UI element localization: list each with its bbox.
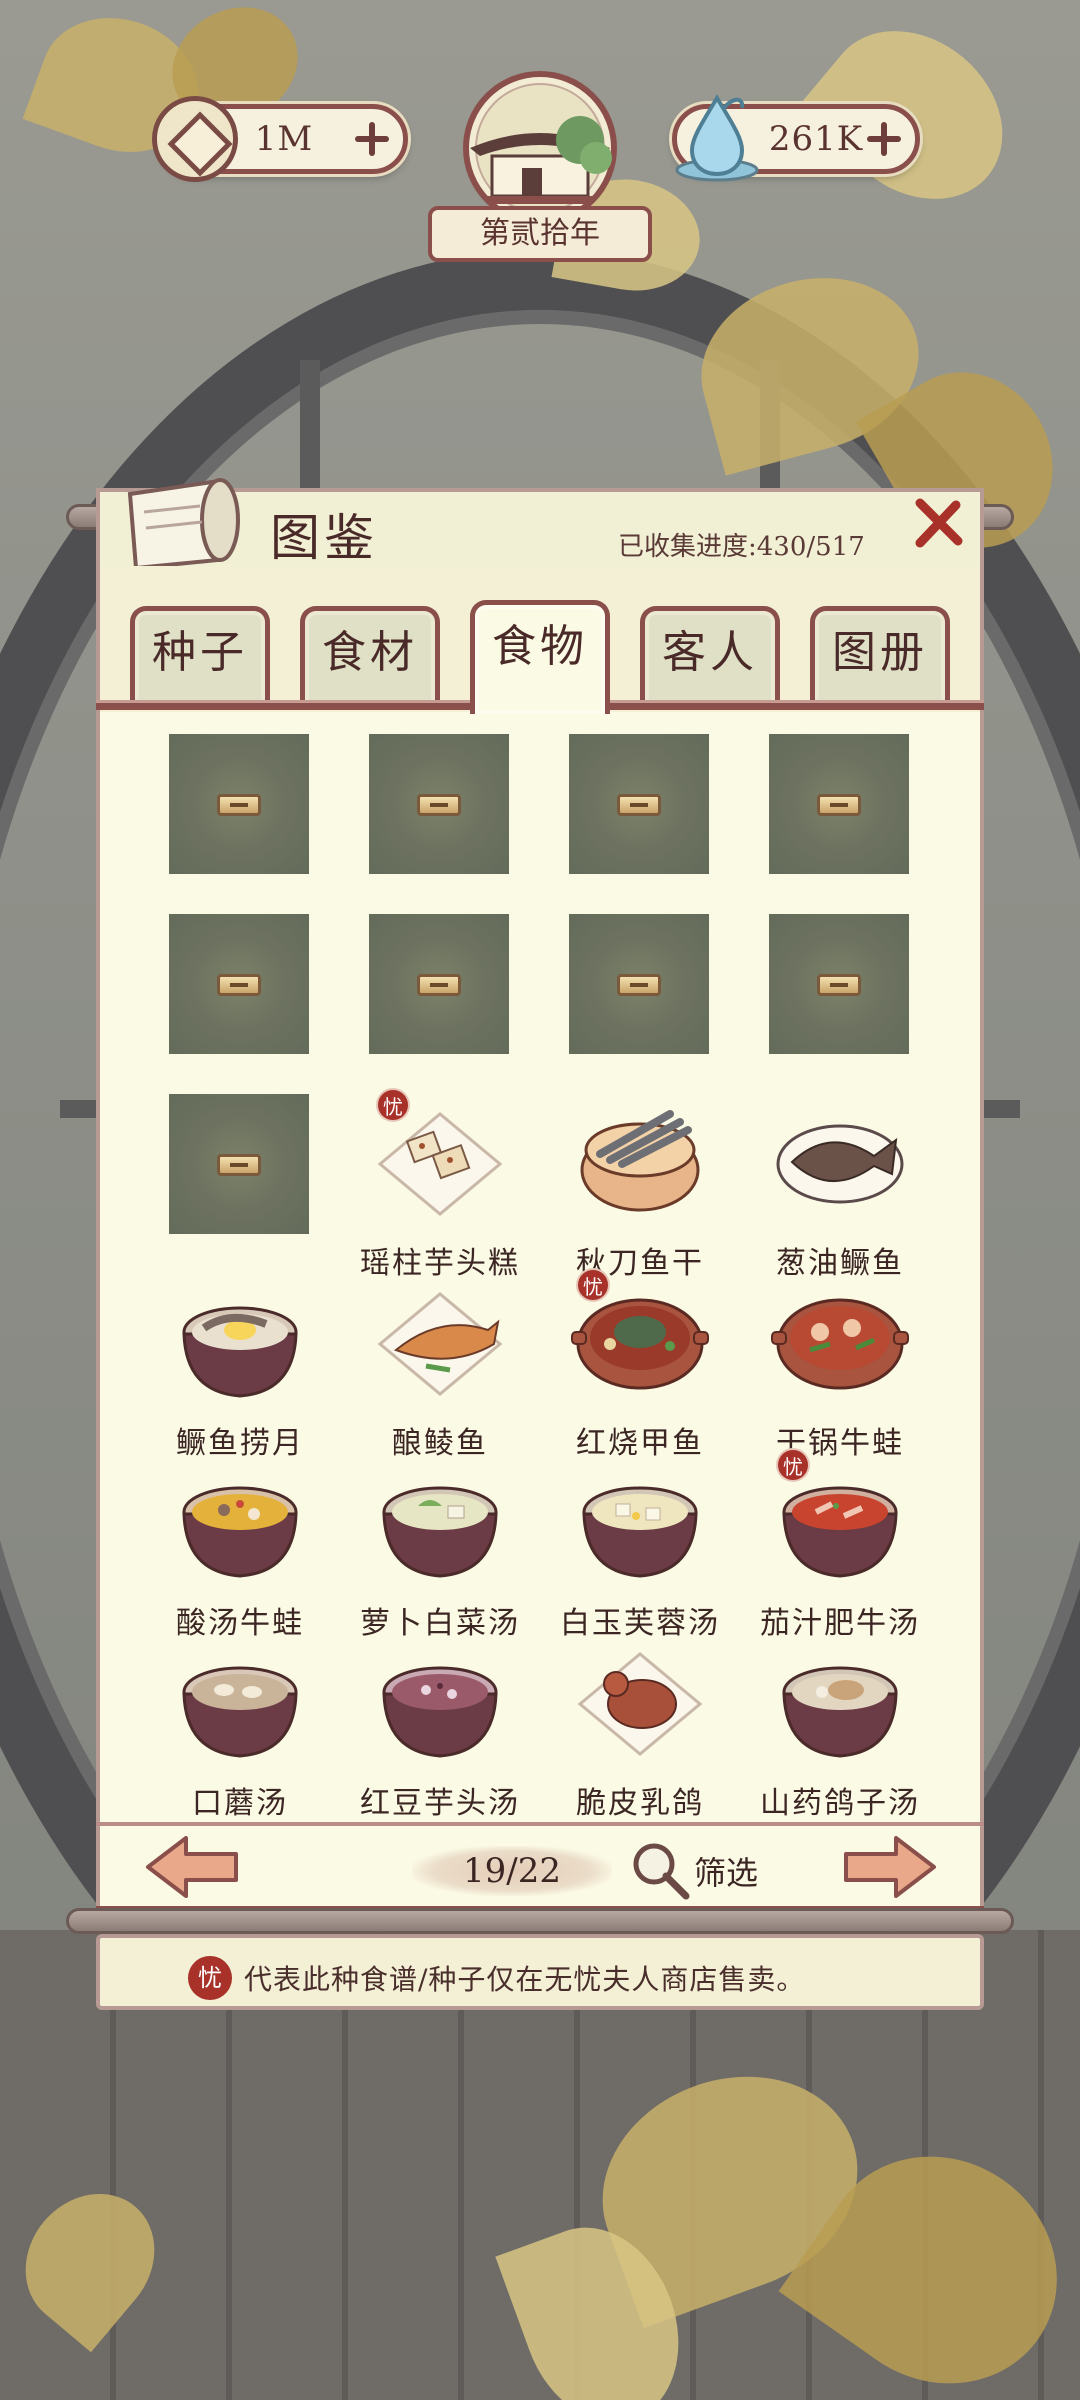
locked-slot: [740, 914, 920, 1094]
dish-item[interactable]: 葱油鳜鱼: [740, 1094, 920, 1281]
mushroom-soup-bowl-icon[interactable]: [170, 1634, 310, 1764]
locked-slot-tile[interactable]: [369, 734, 509, 874]
tab-ingredients[interactable]: 食材: [300, 606, 440, 706]
roast-pigeon-plate-icon[interactable]: [570, 1634, 710, 1764]
stuffed-fish-plate-icon[interactable]: [370, 1274, 510, 1404]
year-label: 第贰拾年: [428, 206, 652, 262]
lock-icon: [617, 974, 661, 996]
shop-exclusive-badge: 忧: [576, 1268, 610, 1302]
sour-soup-pot-icon[interactable]: [170, 1454, 310, 1584]
lock-icon: [217, 974, 261, 996]
lock-icon: [617, 794, 661, 816]
dish-item[interactable]: 萝卜白菜汤: [340, 1454, 520, 1641]
prev-page-arrow-icon[interactable]: [142, 1832, 242, 1902]
dish-name: 山药鸽子汤: [760, 1786, 920, 1821]
filter-button[interactable]: 筛选: [694, 1848, 758, 1894]
dish-item[interactable]: 秋刀鱼干: [540, 1094, 720, 1281]
shop-note-bar: 忧 代表此种食谱/种子仅在无忧夫人商店售卖。: [96, 1934, 984, 2010]
locked-slot-tile[interactable]: [169, 734, 309, 874]
dish-item[interactable]: 忧瑶柱芋头糕: [340, 1088, 520, 1281]
locked-slot-tile[interactable]: [169, 914, 309, 1054]
locked-slot: [140, 1094, 320, 1274]
dish-item[interactable]: 干锅牛蛙: [740, 1274, 920, 1461]
dish-item[interactable]: 脆皮乳鸽: [540, 1634, 720, 1821]
lock-icon: [217, 794, 261, 816]
dish-item[interactable]: 口蘑汤: [140, 1634, 320, 1821]
magnifier-icon[interactable]: [628, 1838, 692, 1902]
locked-slot-tile[interactable]: [769, 734, 909, 874]
dish-item[interactable]: 忧红烧甲鱼: [540, 1268, 720, 1461]
tab-guests[interactable]: 客人: [640, 606, 780, 706]
locked-slot: [740, 734, 920, 914]
dish-name: 口蘑汤: [192, 1786, 288, 1821]
locked-slot: [340, 734, 520, 914]
dish-item[interactable]: 酿鲮鱼: [340, 1274, 520, 1461]
locked-slot: [340, 914, 520, 1094]
add-coins-icon[interactable]: [355, 122, 389, 156]
dish-item[interactable]: 红豆芋头汤: [340, 1634, 520, 1821]
dish-item[interactable]: 酸汤牛蛙: [140, 1454, 320, 1641]
scroll-icon: [127, 478, 240, 571]
lock-icon: [817, 974, 861, 996]
locked-slot-tile[interactable]: [569, 914, 709, 1054]
page-indicator: 19/22: [412, 1846, 612, 1896]
lock-icon: [417, 974, 461, 996]
locked-slot: [140, 914, 320, 1094]
locked-slot: [140, 734, 320, 914]
dish-item[interactable]: 鳜鱼捞月: [140, 1274, 320, 1461]
locked-slot: [540, 734, 720, 914]
water-drop-icon: [675, 94, 759, 182]
shop-exclusive-badge: 忧: [376, 1088, 410, 1122]
fish-egg-bowl-icon[interactable]: [170, 1274, 310, 1404]
locked-slot-tile[interactable]: [169, 1094, 309, 1234]
locked-slot-tile[interactable]: [369, 914, 509, 1054]
lock-icon: [217, 1154, 261, 1176]
pigeon-soup-bowl-icon[interactable]: [770, 1634, 910, 1764]
dish-name: 脆皮乳鸽: [576, 1786, 704, 1821]
dish-item[interactable]: 白玉芙蓉汤: [540, 1454, 720, 1641]
dish-name: 红豆芋头汤: [360, 1786, 520, 1821]
dish-item[interactable]: 山药鸽子汤: [740, 1634, 920, 1821]
lock-icon: [417, 794, 461, 816]
scroll-rod-bottom: [66, 1908, 1014, 1934]
frog-claypot-icon[interactable]: [770, 1274, 910, 1404]
coin-icon: [152, 96, 238, 182]
whole-fish-plate-icon[interactable]: [770, 1094, 910, 1224]
shop-exclusive-badge: 忧: [188, 1956, 232, 2000]
tab-album[interactable]: 图册: [810, 606, 950, 706]
lock-icon: [817, 794, 861, 816]
next-page-arrow-icon[interactable]: [840, 1832, 940, 1902]
locked-slot: [540, 914, 720, 1094]
shop-note-text: 代表此种食谱/种子仅在无忧夫人商店售卖。: [244, 1963, 806, 1996]
codex-title: 图鉴: [270, 509, 378, 567]
collection-progress: 已收集进度:430/517: [618, 532, 865, 562]
red-bean-soup-bowl-icon[interactable]: [370, 1634, 510, 1764]
veg-soup-pot-icon[interactable]: [370, 1454, 510, 1584]
tofu-soup-pot-icon[interactable]: [570, 1454, 710, 1584]
tab-food[interactable]: 食物: [470, 600, 610, 714]
close-icon[interactable]: [912, 497, 964, 549]
shop-exclusive-badge: 忧: [776, 1448, 810, 1482]
dish-item[interactable]: 忧茄汁肥牛汤: [740, 1448, 920, 1641]
dried-fish-steamer-icon[interactable]: [570, 1094, 710, 1224]
pager-divider: [96, 1822, 984, 1826]
locked-slot-tile[interactable]: [569, 734, 709, 874]
add-water-icon[interactable]: [867, 122, 901, 156]
tab-seeds[interactable]: 种子: [130, 606, 270, 706]
locked-slot-tile[interactable]: [769, 914, 909, 1054]
